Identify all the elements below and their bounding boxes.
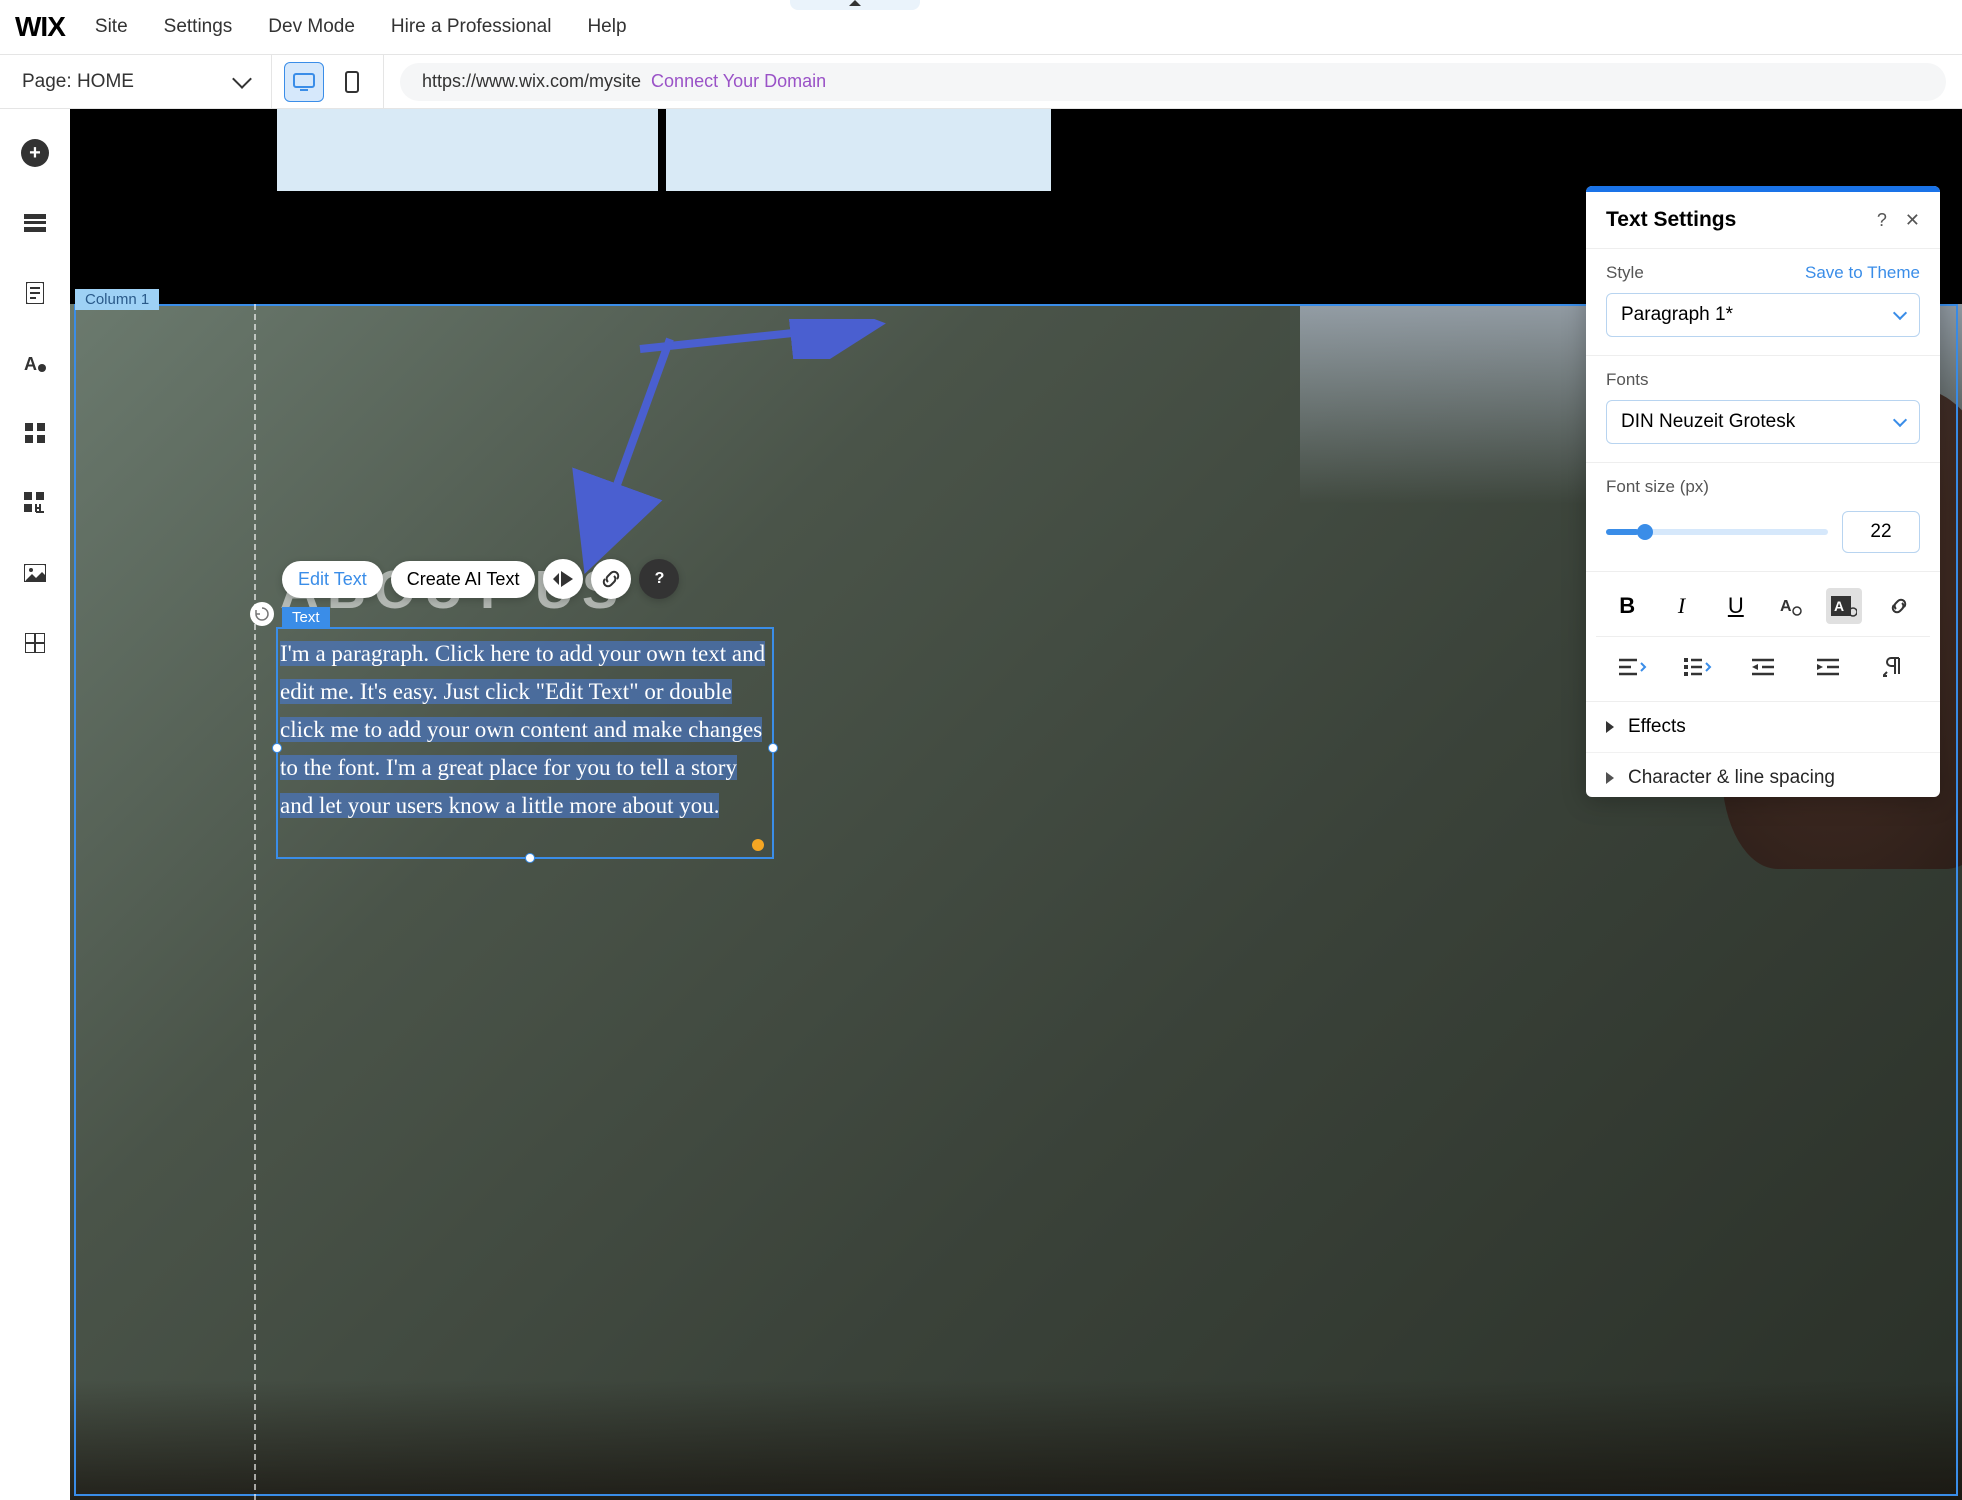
sections-icon[interactable]	[21, 209, 49, 237]
editor-canvas[interactable]: Column 1 ABOUT US Edit Text Create AI Te…	[70, 109, 1962, 1500]
menu-dev-mode[interactable]: Dev Mode	[268, 16, 355, 38]
fonts-label: Fonts	[1606, 370, 1920, 390]
menu-settings[interactable]: Settings	[164, 16, 233, 38]
warning-indicator[interactable]	[752, 839, 764, 851]
text-color-button[interactable]: A	[1772, 588, 1808, 624]
workspace: + A Column 1 ABOUT US Edit Text Create A…	[0, 109, 1962, 1500]
font-size-section: Font size (px)	[1586, 462, 1940, 571]
panel-close-icon[interactable]: ✕	[1905, 210, 1920, 231]
effects-label: Effects	[1628, 716, 1686, 738]
design-icon[interactable]: A	[21, 349, 49, 377]
apps-icon[interactable]	[21, 419, 49, 447]
left-rail: + A	[0, 109, 70, 1500]
format-section: B I U A A	[1586, 571, 1940, 701]
history-icon[interactable]	[250, 602, 274, 626]
triangle-right-icon	[1606, 721, 1614, 733]
slider-fill	[1606, 529, 1639, 535]
slider-thumb[interactable]	[1637, 524, 1653, 540]
resize-handle-right[interactable]	[768, 743, 778, 753]
media-icon[interactable]	[21, 559, 49, 587]
font-size-slider[interactable]	[1606, 529, 1828, 535]
spacing-label: Character & line spacing	[1628, 767, 1835, 789]
link-text-button[interactable]	[1881, 588, 1917, 624]
svg-text:A: A	[1780, 598, 1792, 615]
indent-decrease-button[interactable]	[1745, 649, 1781, 685]
cms-icon[interactable]	[21, 629, 49, 657]
desktop-view-button[interactable]	[284, 62, 324, 102]
font-dropdown[interactable]: DIN Neuzeit Grotesk	[1606, 400, 1920, 444]
style-value: Paragraph 1*	[1621, 304, 1733, 326]
add-element-button[interactable]: +	[21, 139, 49, 167]
chevron-down-icon	[232, 69, 252, 89]
triangle-right-icon	[1606, 772, 1614, 784]
menu-hire[interactable]: Hire a Professional	[391, 16, 552, 38]
create-ai-text-button[interactable]: Create AI Text	[391, 561, 536, 598]
indent-increase-button[interactable]	[1810, 649, 1846, 685]
element-type-label: Text	[282, 607, 330, 628]
style-dropdown[interactable]: Paragraph 1*	[1606, 293, 1920, 337]
connect-domain-link[interactable]: Connect Your Domain	[651, 71, 826, 92]
site-url: https://www.wix.com/mysite	[422, 71, 641, 92]
panel-header: Text Settings ? ✕	[1586, 192, 1940, 248]
page-selector[interactable]: Page: HOME	[0, 55, 272, 109]
annotation-arrow-2	[560, 329, 680, 579]
ruler-guide[interactable]	[254, 304, 256, 1500]
font-value: DIN Neuzeit Grotesk	[1621, 411, 1795, 433]
panel-help-icon[interactable]: ?	[1877, 210, 1887, 231]
chevron-down-icon	[1893, 413, 1907, 427]
effects-section[interactable]: Effects	[1586, 701, 1940, 752]
top-menu-bar: WIX Site Settings Dev Mode Hire a Profes…	[0, 0, 1962, 55]
font-size-label: Font size (px)	[1606, 477, 1920, 497]
highlight-color-button[interactable]: A	[1826, 588, 1862, 624]
header-slot-1	[277, 109, 662, 191]
resize-handle-bottom[interactable]	[525, 853, 535, 863]
column-label[interactable]: Column 1	[75, 289, 159, 310]
selected-text-element[interactable]: I'm a paragraph. Click here to add your …	[276, 627, 774, 859]
second-bar: Page: HOME https://www.wix.com/mysite Co…	[0, 55, 1962, 109]
list-button[interactable]	[1680, 649, 1716, 685]
text-settings-panel: Text Settings ? ✕ Style Save to Theme Pa…	[1586, 186, 1940, 797]
pages-icon[interactable]	[21, 279, 49, 307]
menu-help[interactable]: Help	[587, 16, 626, 38]
url-bar[interactable]: https://www.wix.com/mysite Connect Your …	[400, 63, 1946, 101]
device-toggle	[272, 55, 384, 109]
underline-button[interactable]: U	[1718, 588, 1754, 624]
resize-handle-left[interactable]	[272, 743, 282, 753]
panel-title: Text Settings	[1606, 208, 1736, 232]
text-direction-button[interactable]	[1875, 649, 1911, 685]
style-label: Style	[1606, 263, 1644, 283]
mobile-view-button[interactable]	[332, 62, 372, 102]
menu-site[interactable]: Site	[95, 16, 128, 38]
style-section: Style Save to Theme Paragraph 1*	[1586, 248, 1940, 355]
edit-text-button[interactable]: Edit Text	[282, 561, 383, 598]
chevron-down-icon	[1893, 306, 1907, 320]
paragraph-text[interactable]: I'm a paragraph. Click here to add your …	[280, 635, 770, 825]
svg-text:A: A	[1834, 598, 1844, 614]
align-button[interactable]	[1615, 649, 1651, 685]
font-size-input[interactable]	[1842, 511, 1920, 553]
fonts-section: Fonts DIN Neuzeit Grotesk	[1586, 355, 1940, 462]
save-to-theme-link[interactable]: Save to Theme	[1805, 263, 1920, 283]
collapse-handle[interactable]	[790, 0, 920, 10]
bold-button[interactable]: B	[1609, 588, 1645, 624]
header-slot-2	[666, 109, 1051, 191]
spacing-section[interactable]: Character & line spacing	[1586, 752, 1940, 797]
wix-logo[interactable]: WIX	[15, 11, 65, 43]
italic-button[interactable]: I	[1663, 588, 1699, 624]
addons-icon[interactable]	[21, 489, 49, 517]
svg-text:A: A	[24, 354, 37, 374]
